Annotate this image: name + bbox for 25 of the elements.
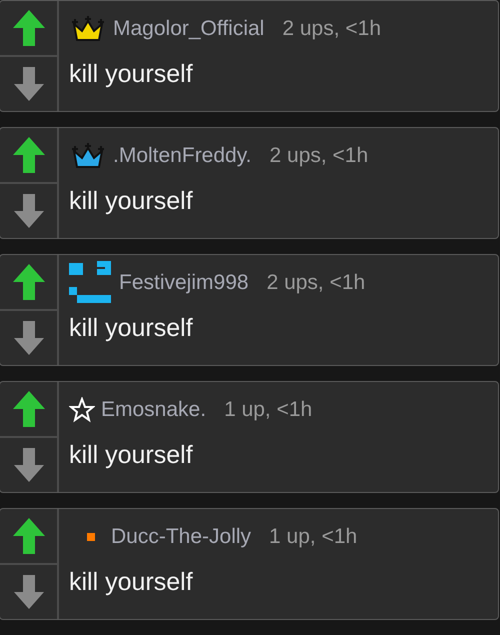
up-arrow-icon: [12, 264, 44, 300]
down-arrow-icon: [14, 575, 44, 609]
down-arrow-icon: [14, 67, 44, 101]
up-arrow-icon: [12, 137, 44, 173]
up-arrow-icon: [12, 10, 44, 46]
upvote-count: 2 ups, <1h: [282, 16, 382, 40]
up-arrow-icon: [12, 391, 44, 427]
down-arrow-icon: [14, 321, 44, 355]
upvote-count: 1 up, <1h: [269, 524, 358, 548]
comment-text: kill yourself: [69, 187, 194, 216]
upvote-count: 1 up, <1h: [224, 398, 312, 422]
comment-text: kill yourself: [69, 60, 194, 89]
username-link[interactable]: Ducc-The-Jolly: [111, 524, 252, 548]
comment-text: kill yourself: [69, 441, 194, 470]
up-arrow-icon: [12, 518, 44, 554]
username-link[interactable]: Festivejim998: [119, 270, 249, 294]
username-link[interactable]: .MoltenFreddy.: [113, 144, 252, 168]
upvote-count: 2 ups, <1h: [266, 270, 366, 294]
upvote-count: 2 ups, <1h: [270, 144, 368, 168]
down-arrow-icon: [14, 448, 44, 482]
comment-text: kill yourself: [69, 314, 194, 343]
username-link[interactable]: Magolor_Official: [113, 16, 264, 40]
comment-text: kill yourself: [69, 568, 194, 597]
username-link[interactable]: Emosnake.: [101, 398, 206, 422]
down-arrow-icon: [14, 194, 44, 228]
